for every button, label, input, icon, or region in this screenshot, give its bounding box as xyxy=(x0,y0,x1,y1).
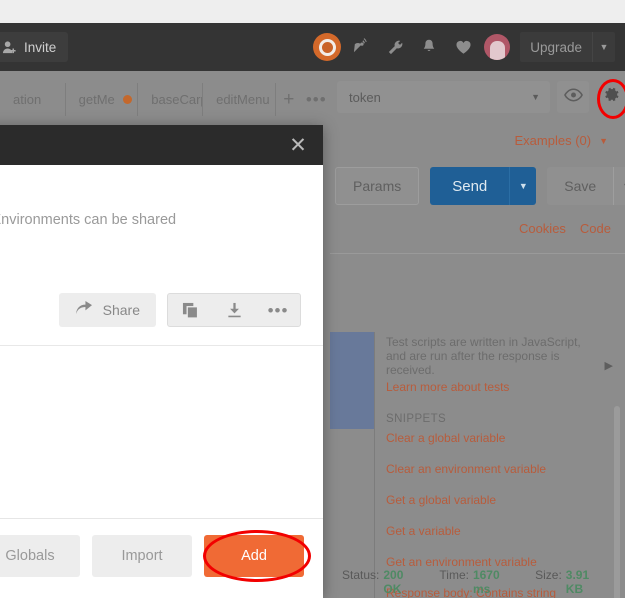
header-icon-group: Upgrade ▼ xyxy=(310,23,615,71)
postman-logo-icon[interactable] xyxy=(310,23,344,71)
request-tab-strip: ation getMe baseCarpark editMenu + ••• xyxy=(0,71,330,116)
save-options-caret-icon[interactable]: ▼ xyxy=(613,167,625,205)
invite-button[interactable]: Invite xyxy=(0,32,69,62)
user-avatar-icon[interactable] xyxy=(480,23,514,71)
save-button[interactable]: Save xyxy=(547,167,614,205)
environment-selector-row: token ▼ xyxy=(337,81,625,113)
code-editor-divider xyxy=(374,332,375,598)
status-label: Status: xyxy=(342,568,380,582)
share-arrow-icon xyxy=(75,301,94,319)
cookies-code-links: Cookies Code xyxy=(519,221,611,236)
response-status-bar: Status: 200 OK Time: 1670 ms Size: 3.91 … xyxy=(330,568,625,596)
tab-item[interactable]: getMe xyxy=(64,83,139,116)
share-button[interactable]: Share xyxy=(58,293,156,327)
copy-icon[interactable] xyxy=(168,294,212,326)
avatar xyxy=(484,34,511,60)
tests-snippets-panel: Test scripts are written in JavaScript, … xyxy=(386,335,601,598)
snippet-item[interactable]: Clear an environment variable xyxy=(386,462,601,476)
code-link[interactable]: Code xyxy=(580,221,611,236)
snippet-item[interactable]: Get a global variable xyxy=(386,493,601,507)
tab-label: getMe xyxy=(78,92,115,107)
size-label: Size: xyxy=(535,568,562,582)
snippet-item[interactable]: Get an environment variable xyxy=(386,555,601,569)
close-icon[interactable]: ✕ xyxy=(286,133,310,157)
modal-footer-buttons: Globals Import Add xyxy=(0,535,323,577)
panel-separator xyxy=(330,253,625,254)
snippet-item[interactable]: Clear a global variable xyxy=(386,431,601,445)
tab-label: editMenu xyxy=(216,92,270,107)
gear-icon xyxy=(602,85,621,109)
ellipsis-icon[interactable]: ••• xyxy=(256,294,300,326)
manage-environments-button[interactable] xyxy=(596,81,625,113)
chevron-down-icon: ▼ xyxy=(599,135,608,146)
share-label: Share xyxy=(102,302,140,318)
size-group: Size: 3.91 KB xyxy=(535,568,605,596)
time-value: 1670 ms xyxy=(472,568,500,596)
status-value: 200 OK xyxy=(383,568,404,596)
tests-description: Test scripts are written in JavaScript, … xyxy=(386,335,581,377)
tab-label: ation xyxy=(13,92,42,107)
postman-app-window: Invite Upgrade ▼ ation getMe baseCar edi… xyxy=(0,0,625,598)
manage-environments-modal: ✕ ntext of your requests. Environments c… xyxy=(0,125,323,598)
request-action-row: Params Send ▼ Save ▼ xyxy=(335,167,625,205)
examples-dropdown[interactable]: Examples (0) ▼ xyxy=(515,133,609,148)
modal-header: ✕ xyxy=(0,125,323,165)
environment-selected-label: token xyxy=(349,89,381,105)
tab-item[interactable]: baseCarpark xyxy=(137,83,204,116)
send-button[interactable]: Send xyxy=(430,167,510,205)
import-button[interactable]: Import xyxy=(92,535,192,577)
send-options-caret-icon[interactable]: ▼ xyxy=(509,167,537,205)
tab-label: baseCarpark xyxy=(151,92,202,107)
modal-action-row: Share ••• xyxy=(58,293,301,327)
tab-unsaved-dot-icon xyxy=(122,95,132,104)
learn-more-link[interactable]: Learn more about tests xyxy=(386,380,601,394)
logo-circle xyxy=(313,33,342,61)
wrench-icon[interactable] xyxy=(378,23,412,71)
time-label: Time: xyxy=(439,568,469,582)
modal-body: ntext of your requests. Environments can… xyxy=(0,165,323,558)
modal-divider xyxy=(0,345,323,346)
tab-overflow-button[interactable]: ••• xyxy=(303,83,330,116)
logo-inner xyxy=(318,38,336,56)
upgrade-caret-icon[interactable]: ▼ xyxy=(592,32,615,62)
satellite-dish-icon[interactable] xyxy=(344,23,378,71)
eye-icon xyxy=(563,88,583,107)
add-button[interactable]: Add xyxy=(204,535,304,577)
environment-quick-look-button[interactable] xyxy=(557,81,589,113)
modal-footer: Globals Import Add xyxy=(0,518,323,598)
browser-top-strip xyxy=(0,0,625,23)
heart-icon[interactable] xyxy=(446,23,480,71)
upgrade-button[interactable]: Upgrade xyxy=(520,32,592,62)
params-button[interactable]: Params xyxy=(335,167,420,205)
avatar-glyph xyxy=(489,41,505,60)
chevron-down-icon: ▼ xyxy=(531,92,540,102)
snippets-heading: SNIPPETS xyxy=(386,413,447,425)
modal-description: ntext of your requests. Environments can… xyxy=(0,212,177,228)
status-group: Status: 200 OK xyxy=(342,568,419,596)
code-editor-selection-block xyxy=(330,332,375,429)
app-header-bar: Invite Upgrade ▼ xyxy=(0,23,625,71)
download-icon[interactable] xyxy=(212,294,256,326)
invite-label: Invite xyxy=(24,39,57,55)
modal-icon-group: ••• xyxy=(167,293,301,327)
tab-item[interactable]: editMenu xyxy=(202,83,277,116)
add-tab-button[interactable]: + xyxy=(275,83,302,116)
cookies-link[interactable]: Cookies xyxy=(519,221,566,236)
person-add-icon xyxy=(2,40,17,55)
snippet-item[interactable]: Get a variable xyxy=(386,524,601,538)
tab-item[interactable]: ation xyxy=(0,83,66,116)
environment-select[interactable]: token ▼ xyxy=(337,81,550,113)
upgrade-label: Upgrade xyxy=(530,39,582,55)
size-value: 3.91 KB xyxy=(565,568,590,596)
globals-button[interactable]: Globals xyxy=(0,535,80,577)
collapse-panel-arrow-icon[interactable]: ▶ xyxy=(605,359,613,372)
time-group: Time: 1670 ms xyxy=(439,568,515,596)
examples-label: Examples (0) xyxy=(514,133,592,148)
bell-icon[interactable] xyxy=(412,23,446,71)
